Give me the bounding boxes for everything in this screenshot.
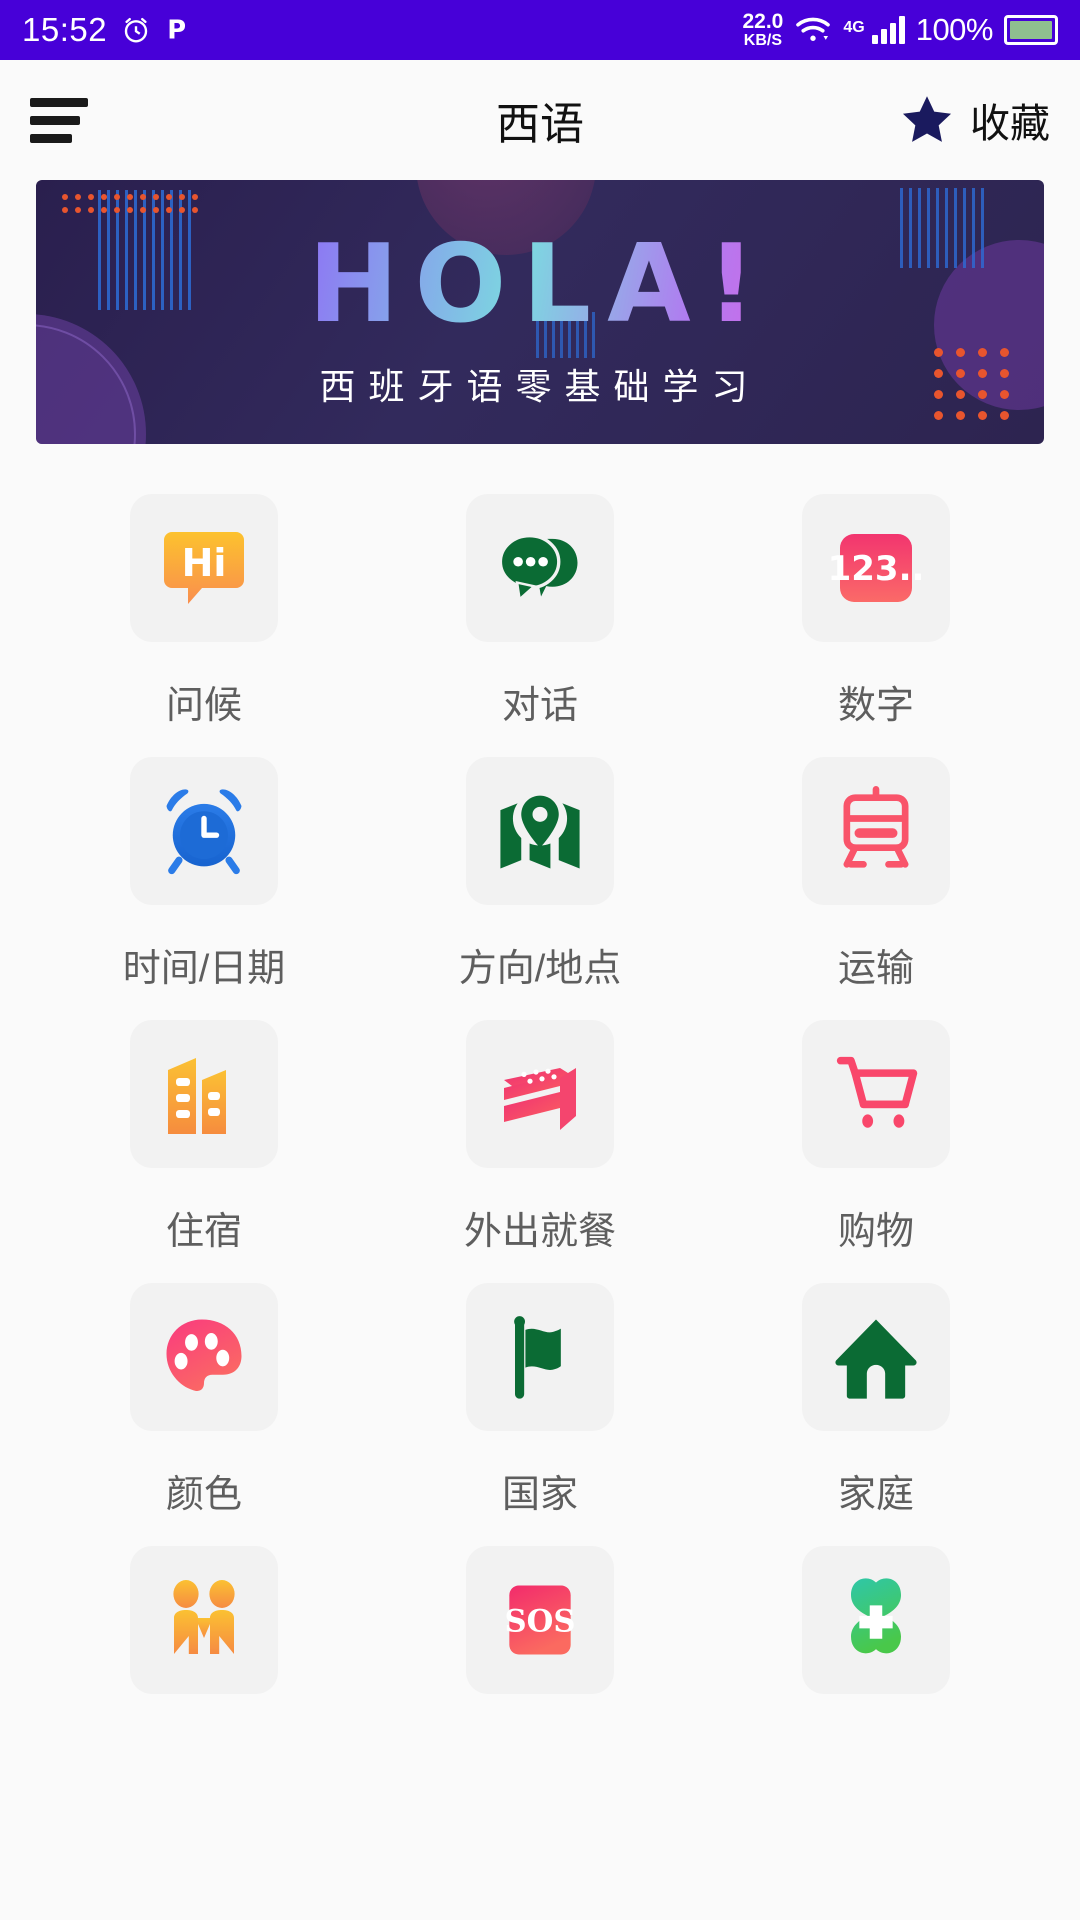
numbers-123-card-icon: 123..: [828, 520, 924, 616]
star-icon: [898, 92, 956, 148]
category-label: 方向/地点: [458, 948, 622, 990]
category-item-numbers[interactable]: 123.. 数字: [708, 466, 1044, 729]
category-tile: [130, 1546, 278, 1694]
category-tile: [466, 1283, 614, 1431]
category-item-dialogue[interactable]: 对话: [372, 466, 708, 729]
signal-bars-icon: [871, 16, 905, 44]
promo-banner[interactable]: HOLA! 西班牙语零基础学习: [36, 180, 1044, 444]
category-item-colors[interactable]: 颜色: [36, 1255, 372, 1518]
category-label: 购物: [837, 1211, 914, 1253]
favorites-label: 收藏: [970, 102, 1050, 146]
app-bar: 西语 收藏: [0, 60, 1080, 180]
category-grid: Hi 问候 对话 123.. 数字 时间/日期 方向/地点 运输 住宿 外出就餐…: [0, 444, 1080, 1726]
status-bar-left: 15:52 P: [22, 11, 191, 49]
chat-bubbles-icon: [490, 518, 590, 618]
svg-text:123..: 123..: [828, 549, 924, 589]
category-item-eating-out[interactable]: 外出就餐: [372, 992, 708, 1255]
map-pin-icon: [490, 781, 590, 881]
category-label: 问候: [165, 685, 242, 727]
category-item-medical[interactable]: [708, 1518, 1044, 1726]
alarm-clock-icon: [154, 781, 254, 881]
category-label: 住宿: [165, 1211, 242, 1253]
network-speed-value: 22.0: [742, 10, 784, 33]
category-tile: [130, 757, 278, 905]
buildings-hotel-icon: [156, 1046, 252, 1142]
paint-palette-icon: [154, 1307, 254, 1407]
category-item-time-date[interactable]: 时间/日期: [36, 729, 372, 992]
cake-slice-icon: [492, 1046, 588, 1142]
category-label: 对话: [501, 685, 578, 727]
category-tile: [466, 757, 614, 905]
category-tile: [466, 1020, 614, 1168]
category-label: 颜色: [165, 1474, 242, 1516]
hi-speech-bubble-icon: Hi: [156, 520, 252, 616]
category-label: 家庭: [837, 1474, 914, 1516]
banner-container: HOLA! 西班牙语零基础学习: [0, 180, 1080, 444]
category-tile: Hi: [130, 494, 278, 642]
category-label: 国家: [501, 1474, 578, 1516]
house-home-icon: [826, 1307, 926, 1407]
hamburger-menu-icon[interactable]: [30, 97, 100, 143]
category-label: 运输: [837, 948, 914, 990]
category-item-family[interactable]: 家庭: [708, 1255, 1044, 1518]
medical-cross-icon: [826, 1570, 926, 1670]
network-speed-unit: KB/S: [743, 32, 783, 49]
category-tile: [802, 1020, 950, 1168]
category-tile: [130, 1020, 278, 1168]
banner-subtitle: 西班牙语零基础学习: [319, 366, 761, 407]
status-time: 15:52: [22, 11, 108, 48]
category-item-accommodation[interactable]: 住宿: [36, 992, 372, 1255]
shopping-cart-icon: [826, 1044, 926, 1144]
svg-text:P: P: [167, 16, 186, 45]
alarm-clock-icon: [121, 15, 151, 45]
wifi-icon: [794, 15, 832, 45]
network-type-label: 4G: [843, 19, 865, 36]
category-item-countries[interactable]: 国家: [372, 1255, 708, 1518]
sos-card-icon: SOS: [494, 1574, 586, 1666]
svg-text:SOS: SOS: [505, 1604, 576, 1640]
category-tile: [802, 1546, 950, 1694]
category-item-shopping[interactable]: 购物: [708, 992, 1044, 1255]
category-label: 外出就餐: [463, 1211, 616, 1253]
status-bar: 15:52 P 22.0 KB/S 4G 100%: [0, 0, 1080, 60]
category-tile: [466, 494, 614, 642]
p-badge-icon: P: [165, 15, 191, 45]
category-tile: SOS: [466, 1546, 614, 1694]
two-people-icon: [156, 1572, 252, 1668]
category-tile: [802, 1283, 950, 1431]
category-label: 时间/日期: [122, 948, 286, 990]
category-item-greetings[interactable]: Hi 问候: [36, 466, 372, 729]
battery-percent: 100%: [915, 12, 994, 47]
battery-full-icon: [1004, 15, 1058, 45]
network-speed: 22.0 KB/S: [742, 11, 783, 49]
category-tile: 123..: [802, 494, 950, 642]
flag-icon: [490, 1307, 590, 1407]
category-item-sos[interactable]: SOS: [372, 1518, 708, 1726]
status-bar-right: 22.0 KB/S 4G 100%: [742, 11, 1058, 49]
favorites-button[interactable]: 收藏: [898, 91, 1050, 149]
category-item-transport[interactable]: 运输: [708, 729, 1044, 992]
banner-decor-dots: [62, 194, 205, 213]
category-tile: [802, 757, 950, 905]
svg-text:Hi: Hi: [182, 541, 227, 585]
category-item-direction-place[interactable]: 方向/地点: [372, 729, 708, 992]
category-tile: [130, 1283, 278, 1431]
banner-headline: HOLA!: [36, 222, 1044, 347]
category-item-people[interactable]: [36, 1518, 372, 1726]
category-label: 数字: [837, 685, 914, 727]
train-icon: [826, 781, 926, 881]
